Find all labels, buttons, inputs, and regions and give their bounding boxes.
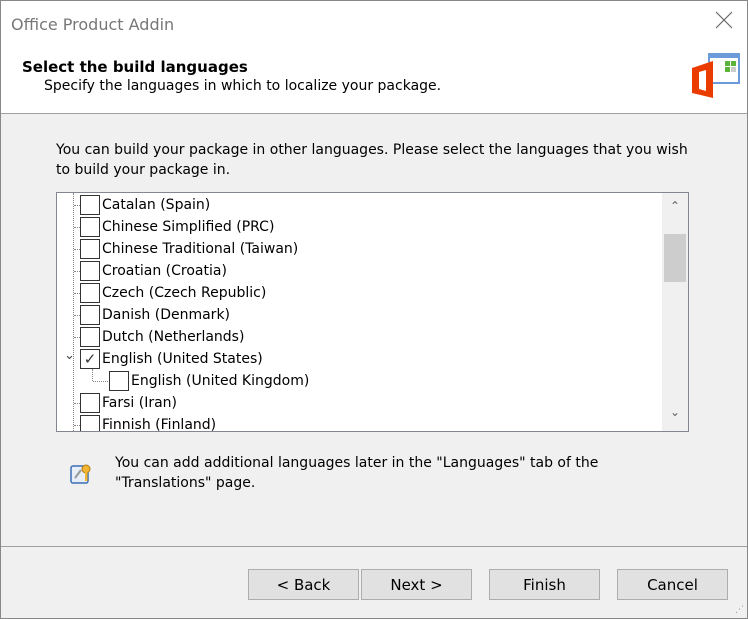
language-item[interactable]: Catalan (Spain) [57, 194, 662, 216]
language-item[interactable]: Dutch (Netherlands) [57, 326, 662, 348]
intro-text: You can build your package in other lang… [56, 142, 688, 178]
scrollbar-thumb[interactable] [664, 234, 686, 282]
language-label: English (United States) [102, 351, 263, 367]
info-text: You can add additional languages later i… [115, 455, 599, 491]
resize-grip-icon[interactable]: ⋰ [735, 605, 744, 615]
tree-connector [93, 381, 108, 382]
tree-connector [74, 227, 80, 228]
tree-connector [74, 425, 80, 426]
scroll-up-icon[interactable]: ⌃ [662, 199, 688, 213]
language-item[interactable]: Croatian (Croatia) [57, 260, 662, 282]
language-item[interactable]: ⌄ ✓ English (United States) [57, 348, 662, 370]
window-title: Office Product Addin [11, 15, 175, 34]
language-checkbox[interactable] [109, 371, 129, 391]
tree-connector [74, 337, 80, 338]
finish-button[interactable]: Finish [489, 569, 600, 600]
language-label: Dutch (Netherlands) [102, 329, 245, 345]
language-item[interactable]: Chinese Simplified (PRC) [57, 216, 662, 238]
language-item[interactable]: Chinese Traditional (Taiwan) [57, 238, 662, 260]
language-checkbox[interactable] [80, 195, 100, 215]
vertical-scrollbar[interactable]: ⌃ ⌄ [662, 193, 688, 431]
language-checkbox[interactable] [80, 261, 100, 281]
tree-connector [74, 271, 80, 272]
language-checkbox[interactable] [80, 239, 100, 259]
language-label: Danish (Denmark) [102, 307, 231, 323]
language-checkbox[interactable] [80, 393, 100, 413]
key-info-icon [70, 464, 91, 484]
wizard-header: Select the build languages Specify the l… [1, 47, 747, 114]
language-label: English (United Kingdom) [131, 373, 310, 389]
language-item[interactable]: Czech (Czech Republic) [57, 282, 662, 304]
language-checkbox[interactable] [80, 217, 100, 237]
language-tree[interactable]: Catalan (Spain) Chinese Simplified (PRC) C… [56, 192, 689, 432]
language-label: Finnish (Finland) [102, 417, 217, 432]
close-icon[interactable] [715, 11, 733, 35]
language-label: Czech (Czech Republic) [102, 285, 267, 301]
title-bar: Office Product Addin [1, 1, 747, 47]
tree-connector [74, 403, 80, 404]
page-subtitle: Specify the languages in which to locali… [44, 78, 442, 94]
back-button[interactable]: < Back [248, 569, 359, 600]
language-item[interactable]: Farsi (Iran) [57, 392, 662, 414]
language-checkbox[interactable] [80, 283, 100, 303]
language-checkbox[interactable] [80, 305, 100, 325]
tree-connector [74, 205, 80, 206]
language-label: Farsi (Iran) [102, 395, 177, 411]
language-checkbox[interactable]: ✓ [80, 349, 100, 369]
language-label: Chinese Simplified (PRC) [102, 219, 275, 235]
page-title: Select the build languages [22, 58, 248, 76]
cancel-button[interactable]: Cancel [617, 569, 728, 600]
tree-connector [74, 249, 80, 250]
next-button[interactable]: Next > [361, 569, 472, 600]
language-label: Croatian (Croatia) [102, 263, 227, 279]
tree-connector [74, 315, 80, 316]
footer-divider [1, 546, 747, 547]
expand-chevron-icon[interactable]: ⌄ [64, 348, 75, 363]
language-checkbox[interactable] [80, 327, 100, 347]
language-item[interactable]: Finnish (Finland) [57, 414, 662, 432]
language-label: Catalan (Spain) [102, 197, 211, 213]
language-item[interactable]: Danish (Denmark) [57, 304, 662, 326]
office-addin-logo-icon [692, 53, 740, 98]
scroll-down-icon[interactable]: ⌄ [662, 405, 688, 419]
dialog-window: Office Product Addin Select the build la… [0, 0, 748, 619]
language-checkbox[interactable] [80, 415, 100, 431]
tree-connector [74, 293, 80, 294]
language-label: Chinese Traditional (Taiwan) [102, 241, 299, 257]
language-item[interactable]: English (United Kingdom) [57, 370, 662, 392]
